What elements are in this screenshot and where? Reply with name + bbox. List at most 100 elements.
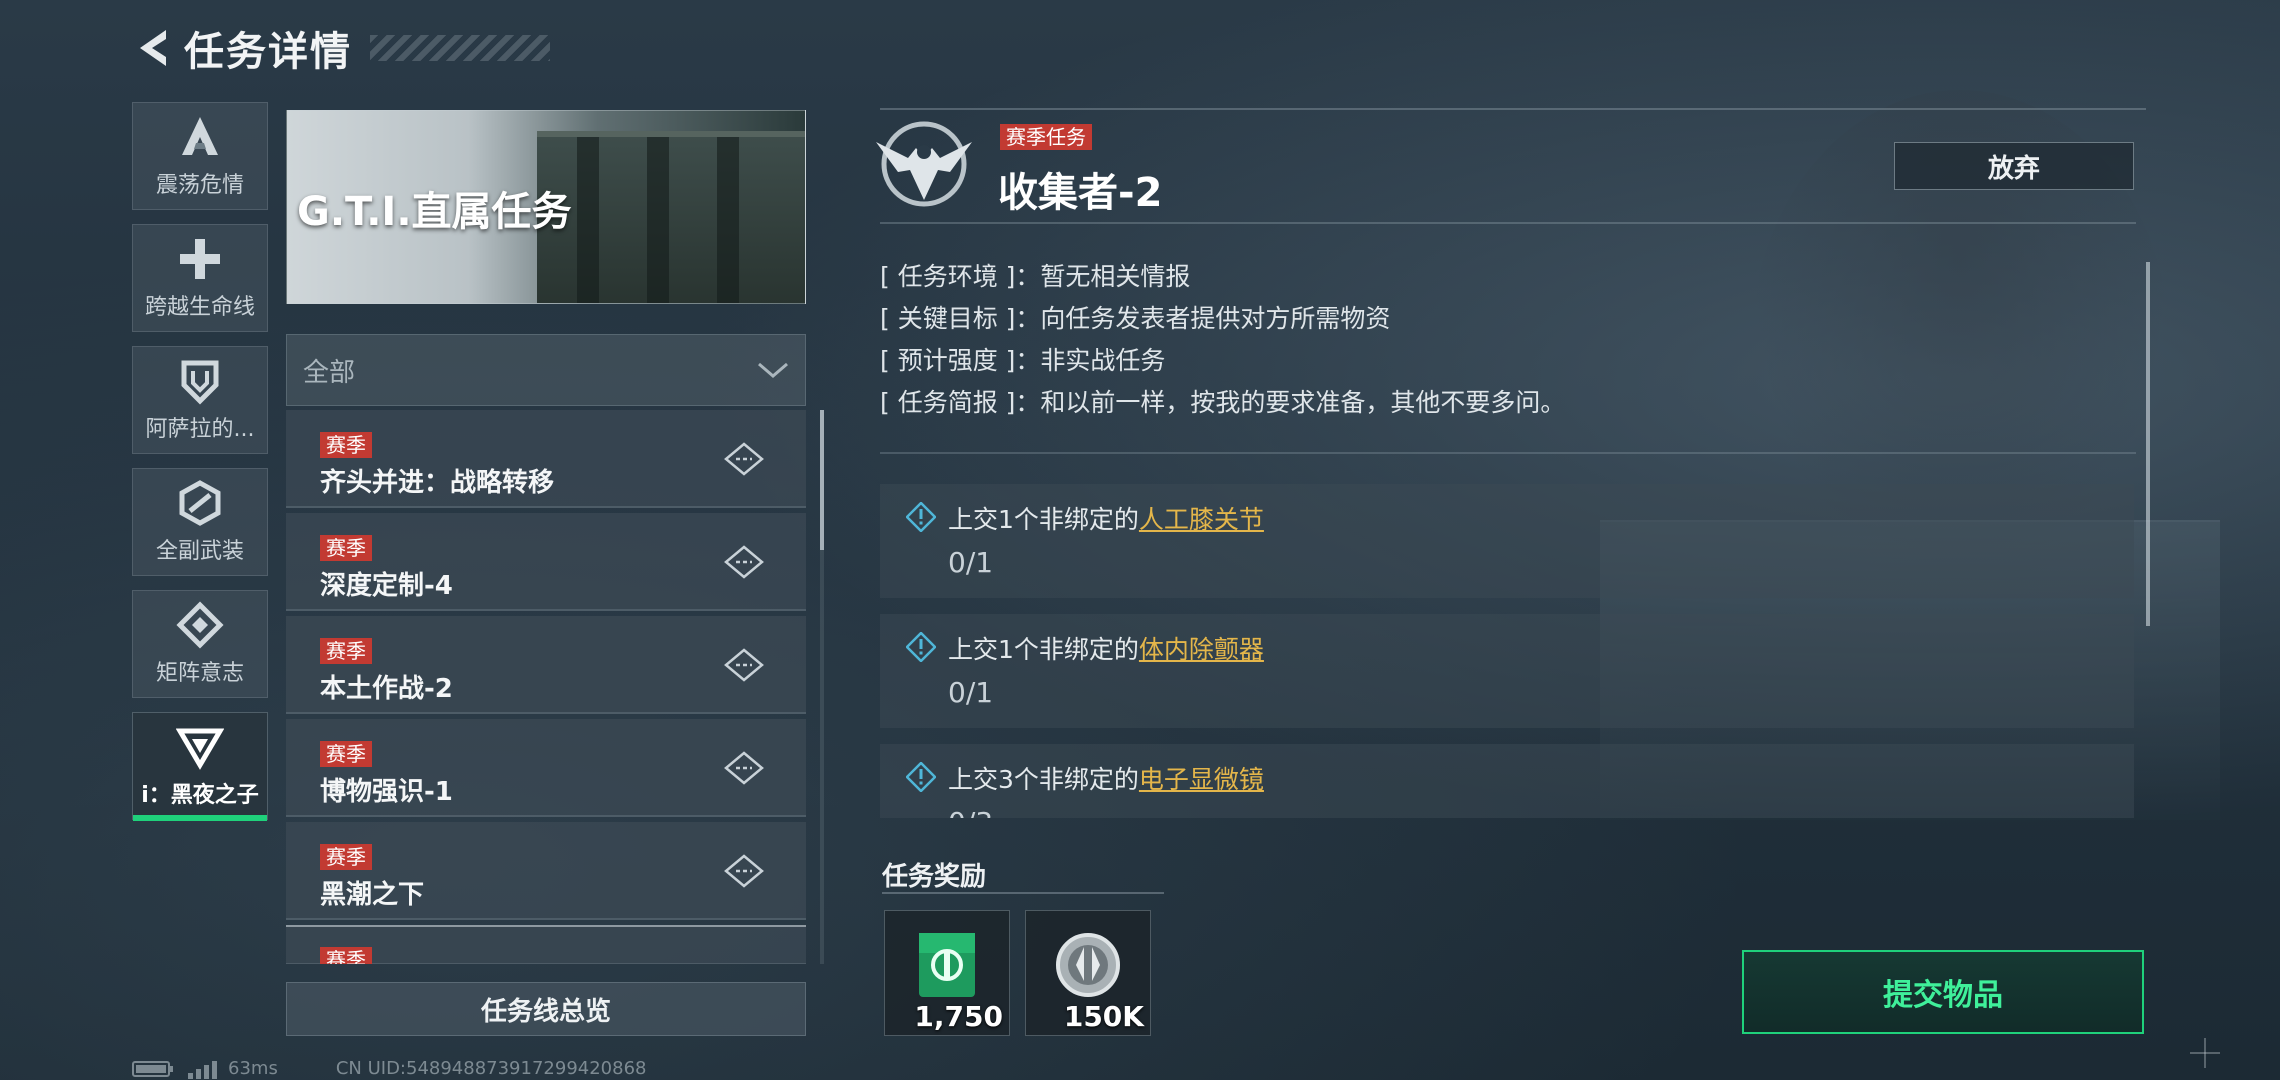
cross-icon	[180, 239, 220, 279]
quest-item[interactable]: 赛季 齐头并进：战略转移	[286, 410, 806, 508]
battery-icon	[132, 1060, 173, 1077]
alert-diamond-icon	[906, 632, 936, 662]
coin-icon	[1056, 933, 1120, 997]
season-badge: 赛季	[320, 432, 372, 458]
info-colon: ：	[1015, 304, 1041, 333]
info-value: 暂无相关情报	[1040, 262, 1191, 291]
quest-list[interactable]: 赛季 齐头并进：战略转移 赛季 深度定制-4 赛季 本土作战-2 赛季 博物强识…	[286, 410, 806, 964]
quest-item[interactable]: 赛季 本土作战-2	[286, 616, 806, 714]
objective-text: 上交1个非绑定的人工膝关节	[948, 500, 1264, 536]
objective-list[interactable]: 上交1个非绑定的人工膝关节 0/1 上交1个非绑定的体内除颤器 0/1 上交3个…	[880, 484, 2134, 818]
detail-divider-top	[880, 108, 2146, 110]
chevron-down-icon	[758, 362, 788, 378]
rail-item-2[interactable]: 阿萨拉的...	[132, 346, 268, 454]
rail-item-4[interactable]: 矩阵意志	[132, 590, 268, 698]
quest-filter-dropdown[interactable]: 全部	[286, 334, 806, 406]
questline-banner: G.T.I.直属任务	[286, 110, 806, 304]
eagle-emblem-icon	[876, 121, 972, 207]
quest-name: 博物强识-1	[320, 777, 453, 807]
abandon-button[interactable]: 放弃	[1894, 142, 2134, 190]
back-arrow-icon[interactable]	[134, 26, 174, 70]
quest-marker-icon	[724, 648, 764, 682]
quest-name: 本土作战-2	[320, 674, 453, 704]
objective-item-link[interactable]: 电子显微镜	[1139, 765, 1264, 794]
quest-marker-icon	[724, 545, 764, 579]
objective-progress: 0/1	[948, 676, 994, 709]
objective-item: 上交3个非绑定的电子显微镜 0/3	[880, 744, 2134, 818]
alert-diamond-icon	[906, 502, 936, 532]
quest-marker-icon	[724, 751, 764, 785]
objective-prefix: 上交3个非绑定的	[948, 765, 1139, 794]
category-rail: 震荡危情 跨越生命线 阿萨拉的... 全副武装 矩阵意志 i：黑夜之子	[132, 102, 268, 834]
corner-plus-icon	[2190, 1038, 2220, 1068]
objective-item-link[interactable]: 体内除颤器	[1139, 635, 1264, 664]
info-key: [ 预计强度 ]	[880, 346, 1016, 375]
quest-name: 黑潮之下	[320, 880, 425, 910]
experience-card-icon	[919, 933, 975, 997]
quest-item[interactable]: 赛季 黑潮之下	[286, 822, 806, 920]
objective-item: 上交1个非绑定的人工膝关节 0/1	[880, 484, 2134, 598]
info-row-environment: [ 任务环境 ]：暂无相关情报	[880, 256, 1565, 298]
season-badge: 赛季	[320, 741, 372, 767]
quest-item-selected[interactable]: 赛季	[286, 925, 806, 964]
info-colon: ：	[1015, 346, 1041, 375]
objective-item: 上交1个非绑定的体内除颤器 0/1	[880, 614, 2134, 728]
alert-diamond-icon	[906, 762, 936, 792]
objective-prefix: 上交1个非绑定的	[948, 635, 1139, 664]
rail-label: 震荡危情	[155, 173, 244, 198]
info-key: [ 关键目标 ]	[880, 304, 1016, 333]
objective-item-link[interactable]: 人工膝关节	[1139, 505, 1264, 534]
shield-icon	[181, 360, 219, 405]
quest-list-scrollbar[interactable]	[820, 410, 824, 964]
rail-label: 跨越生命线	[144, 295, 255, 320]
v-triangle-icon	[176, 728, 224, 770]
quest-item[interactable]: 赛季 深度定制-4	[286, 513, 806, 611]
status-bar: 63ms CN UID:548948873917299420868	[132, 1058, 647, 1079]
rail-label: 阿萨拉的...	[145, 417, 255, 442]
season-badge: 赛季	[320, 638, 372, 664]
a-logo-icon	[182, 117, 218, 155]
rail-label: 矩阵意志	[155, 661, 244, 686]
season-badge: 赛季	[320, 947, 372, 964]
reward-item[interactable]: 150K	[1025, 910, 1151, 1036]
info-colon: ：	[1015, 388, 1041, 417]
hex-link-icon	[179, 480, 221, 526]
questline-overview-button[interactable]: 任务线总览	[286, 982, 806, 1036]
page-title: 任务详情	[184, 29, 352, 75]
submit-items-button[interactable]: 提交物品	[1742, 950, 2144, 1034]
detail-divider	[880, 452, 2136, 454]
info-colon: ：	[1015, 262, 1041, 291]
rail-item-0[interactable]: 震荡危情	[132, 102, 268, 210]
quest-marker-icon	[724, 442, 764, 476]
info-row-target: [ 关键目标 ]：向任务发表者提供对方所需物资	[880, 298, 1565, 340]
objective-progress: 0/3	[948, 806, 993, 818]
reward-item[interactable]: 1,750	[884, 910, 1010, 1036]
detail-divider	[880, 222, 2136, 224]
rail-item-5[interactable]: i：黑夜之子	[132, 712, 268, 821]
quest-info: [ 任务环境 ]：暂无相关情报 [ 关键目标 ]：向任务发表者提供对方所需物资 …	[880, 256, 1565, 424]
banner-crate-image	[537, 131, 805, 303]
reward-quantity: 150K	[1063, 1000, 1144, 1033]
rail-item-1[interactable]: 跨越生命线	[132, 224, 268, 332]
quest-marker-icon	[724, 854, 764, 888]
signal-icon	[188, 1060, 217, 1079]
rewards-title: 任务奖励	[882, 862, 987, 892]
info-value: 非实战任务	[1040, 346, 1166, 375]
quest-name: 深度定制-4	[320, 571, 453, 601]
page-header: 任务详情	[134, 24, 550, 75]
info-row-intensity: [ 预计强度 ]：非实战任务	[880, 340, 1565, 382]
objective-prefix: 上交1个非绑定的	[948, 505, 1139, 534]
diamond-icon	[176, 601, 224, 649]
ping-readout: 63ms	[228, 1058, 278, 1079]
info-key: [ 任务简报 ]	[880, 388, 1016, 417]
user-uid: CN UID:548948873917299420868	[335, 1058, 647, 1079]
quest-item[interactable]: 赛季 博物强识-1	[286, 719, 806, 817]
objective-text: 上交1个非绑定的体内除颤器	[948, 630, 1264, 666]
objective-progress: 0/1	[948, 546, 994, 579]
info-value: 向任务发表者提供对方所需物资	[1040, 304, 1391, 333]
season-badge: 赛季	[320, 844, 372, 870]
season-quest-badge: 赛季任务	[1000, 124, 1092, 150]
detail-scrollbar[interactable]	[2146, 262, 2150, 626]
info-row-briefing: [ 任务简报 ]：和以前一样，按我的要求准备，其他不要多问。	[880, 382, 1565, 424]
rail-item-3[interactable]: 全副武装	[132, 468, 268, 576]
